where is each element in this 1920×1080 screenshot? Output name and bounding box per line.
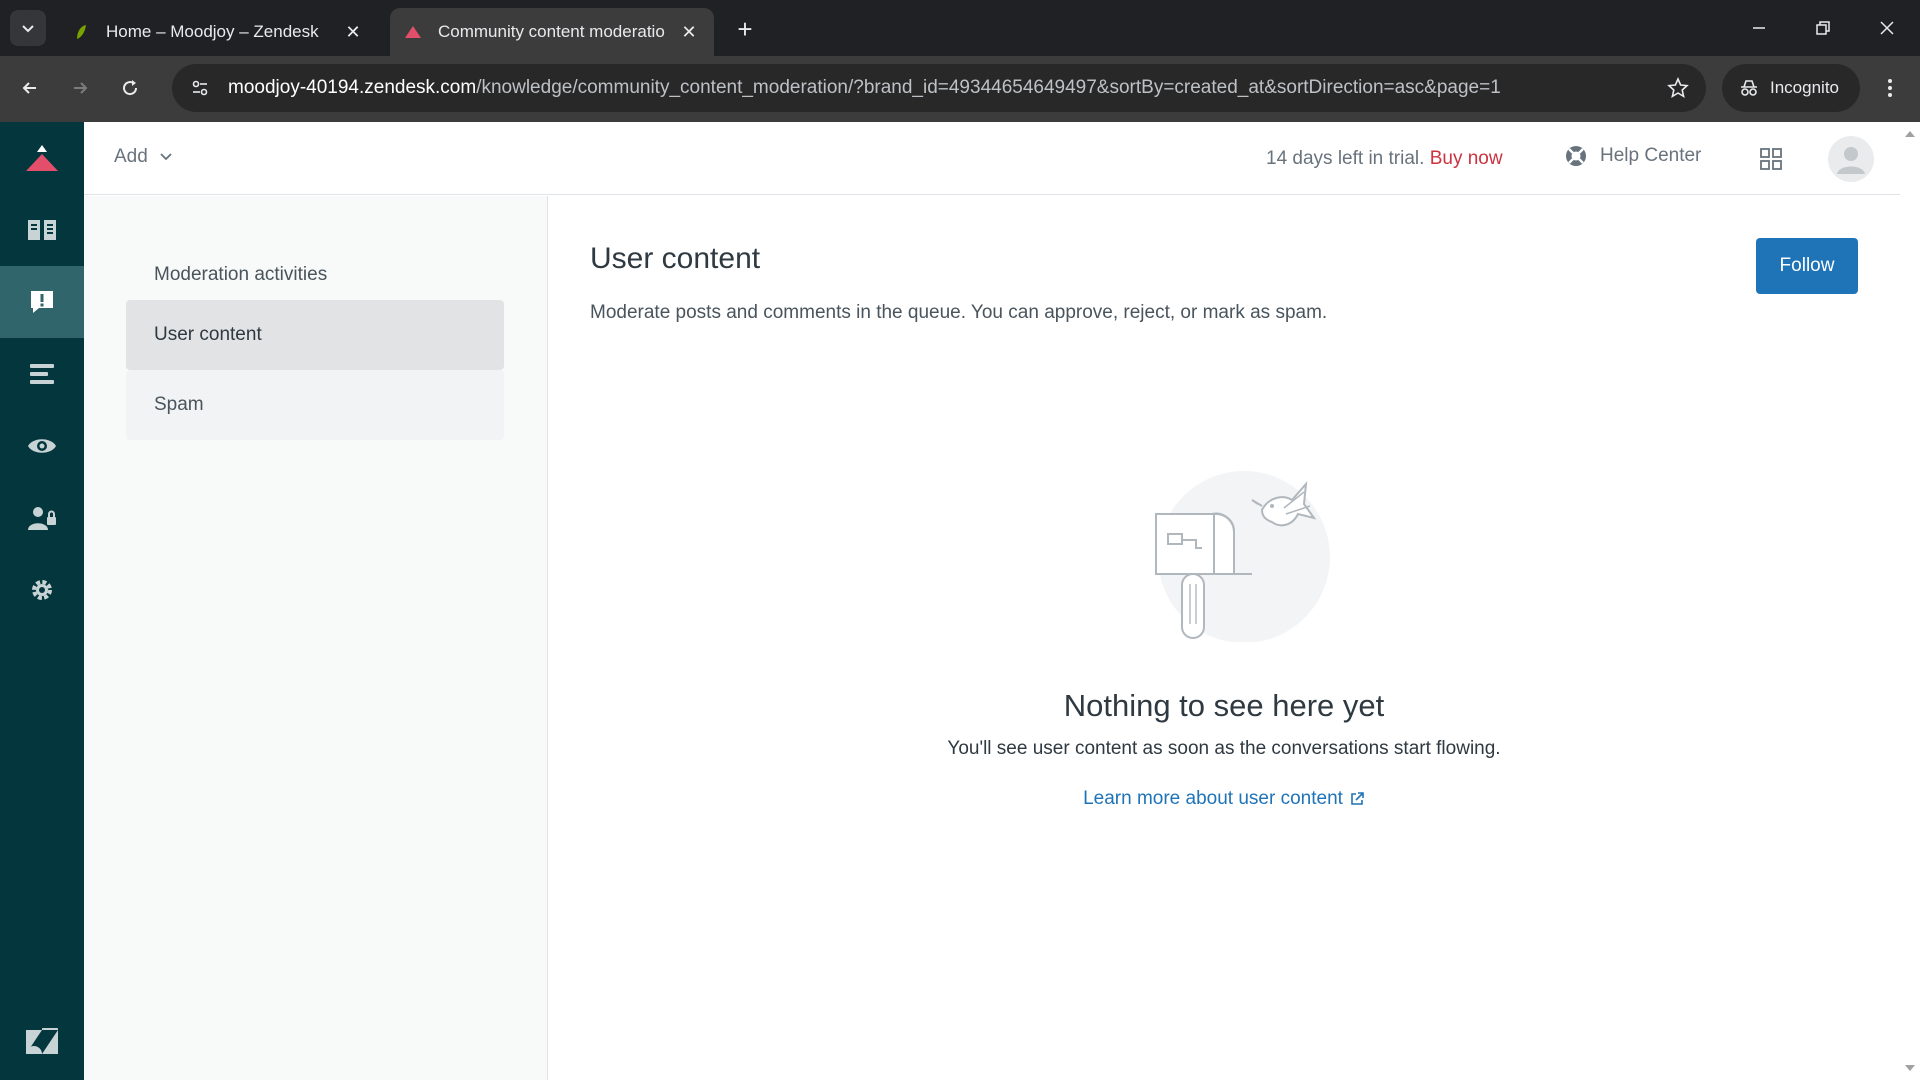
learn-more-label: Learn more about user content xyxy=(1083,788,1343,809)
learn-more-link[interactable]: Learn more about user content xyxy=(548,788,1900,810)
arrow-right-icon xyxy=(74,82,88,94)
external-link-icon xyxy=(1351,792,1364,805)
user-icon xyxy=(1837,147,1865,174)
zendesk-guide-logo[interactable] xyxy=(0,122,84,194)
user-avatar[interactable] xyxy=(1828,136,1874,182)
follow-button[interactable]: Follow xyxy=(1756,238,1858,294)
bookmark-star-icon[interactable] xyxy=(1658,68,1698,108)
side-nav-item-label: User content xyxy=(154,324,262,345)
page-scrollbar[interactable] xyxy=(1900,122,1920,1080)
user-permissions-icon[interactable] xyxy=(0,482,84,554)
knowledge-icon[interactable] xyxy=(0,194,84,266)
tab-community-moderation[interactable]: Community content moderatio ✕ xyxy=(390,8,714,56)
tab-search-button[interactable] xyxy=(10,10,46,46)
page-title: User content xyxy=(590,242,761,275)
help-center-label: Help Center xyxy=(1600,145,1702,166)
trial-notice: 14 days left in trial. Buy now xyxy=(1266,148,1503,170)
close-window-button[interactable] xyxy=(1864,10,1910,46)
browser-menu-button[interactable] xyxy=(1872,70,1908,106)
address-bar[interactable]: moodjoy-40194.zendesk.com/knowledge/comm… xyxy=(172,64,1706,112)
side-nav-item-spam[interactable]: Spam xyxy=(126,370,504,440)
product-nav-rail xyxy=(0,122,84,1080)
scroll-down-arrow-icon[interactable] xyxy=(1904,1062,1916,1074)
view-icon[interactable] xyxy=(0,410,84,482)
zendesk-guide-favicon-icon xyxy=(405,26,421,38)
more-vertical-icon xyxy=(1888,79,1892,97)
zendesk-logo-icon[interactable] xyxy=(0,1018,84,1066)
empty-state-title: Nothing to see here yet xyxy=(1063,688,1385,723)
main-content: User content Moderate posts and comments… xyxy=(548,196,1900,1080)
tab-home-moodjoy[interactable]: Home – Moodjoy – Zendesk ✕ xyxy=(58,8,378,56)
browser-tab-strip: Home – Moodjoy – Zendesk ✕ Community con… xyxy=(0,0,1920,56)
empty-state-subtitle: You'll see user content as soon as the c… xyxy=(947,738,1501,759)
tab-title: Community content moderatio xyxy=(438,22,665,41)
moderation-side-nav: Moderation activities User content Spam xyxy=(84,196,548,1080)
product-tray-button[interactable] xyxy=(1756,144,1786,174)
site-info-icon[interactable] xyxy=(180,68,220,108)
app-top-bar: Add 14 days left in trial. Buy now Help … xyxy=(84,122,1900,195)
close-icon xyxy=(1880,21,1894,35)
incognito-label: Incognito xyxy=(1770,78,1839,97)
trial-text: 14 days left in trial. xyxy=(1266,148,1425,169)
moderation-icon[interactable] xyxy=(0,266,84,338)
new-tab-button[interactable]: + xyxy=(730,14,760,44)
side-nav-item-user-content[interactable]: User content xyxy=(126,300,504,370)
url-host: moodjoy-40194.zendesk.com xyxy=(228,77,477,98)
scroll-up-arrow-icon[interactable] xyxy=(1904,128,1916,140)
reload-button[interactable] xyxy=(112,70,148,106)
grid-icon xyxy=(1760,148,1782,170)
arrow-left-icon xyxy=(22,82,36,94)
arrange-content-icon[interactable] xyxy=(0,338,84,410)
reload-icon xyxy=(123,80,138,96)
incognito-badge[interactable]: Incognito xyxy=(1722,64,1860,112)
settings-gear-icon[interactable] xyxy=(0,554,84,626)
minimize-icon xyxy=(1753,27,1765,29)
side-nav-heading: Moderation activities xyxy=(154,264,328,285)
lifebuoy-icon xyxy=(1566,146,1586,166)
tab-title: Home – Moodjoy – Zendesk xyxy=(106,22,319,41)
browser-toolbar: moodjoy-40194.zendesk.com/knowledge/comm… xyxy=(0,56,1920,122)
page-description: Moderate posts and comments in the queue… xyxy=(590,302,1328,323)
buy-now-link[interactable]: Buy now xyxy=(1430,148,1503,169)
chevron-down-icon xyxy=(22,25,34,33)
zendesk-guide-app: Add 14 days left in trial. Buy now Help … xyxy=(0,122,1920,1080)
url-text[interactable]: moodjoy-40194.zendesk.com/knowledge/comm… xyxy=(228,77,1658,99)
side-nav-item-label: Spam xyxy=(154,394,204,415)
back-button[interactable] xyxy=(12,70,48,106)
restore-icon xyxy=(1816,21,1830,35)
minimize-window-button[interactable] xyxy=(1736,10,1782,46)
incognito-icon xyxy=(1741,80,1757,96)
help-center-link[interactable]: Help Center xyxy=(1564,144,1701,168)
zendesk-leaf-favicon-icon xyxy=(77,25,86,39)
add-menu-button[interactable]: Add xyxy=(114,146,174,168)
mailbox-bird-illustration xyxy=(1155,471,1330,642)
chevron-down-icon xyxy=(160,153,172,161)
add-label: Add xyxy=(114,146,148,167)
close-tab-icon[interactable]: ✕ xyxy=(342,21,364,43)
restore-window-button[interactable] xyxy=(1800,10,1846,46)
url-path: /knowledge/community_content_moderation/… xyxy=(476,77,1501,98)
forward-button[interactable] xyxy=(62,70,98,106)
close-tab-icon[interactable]: ✕ xyxy=(678,21,700,43)
